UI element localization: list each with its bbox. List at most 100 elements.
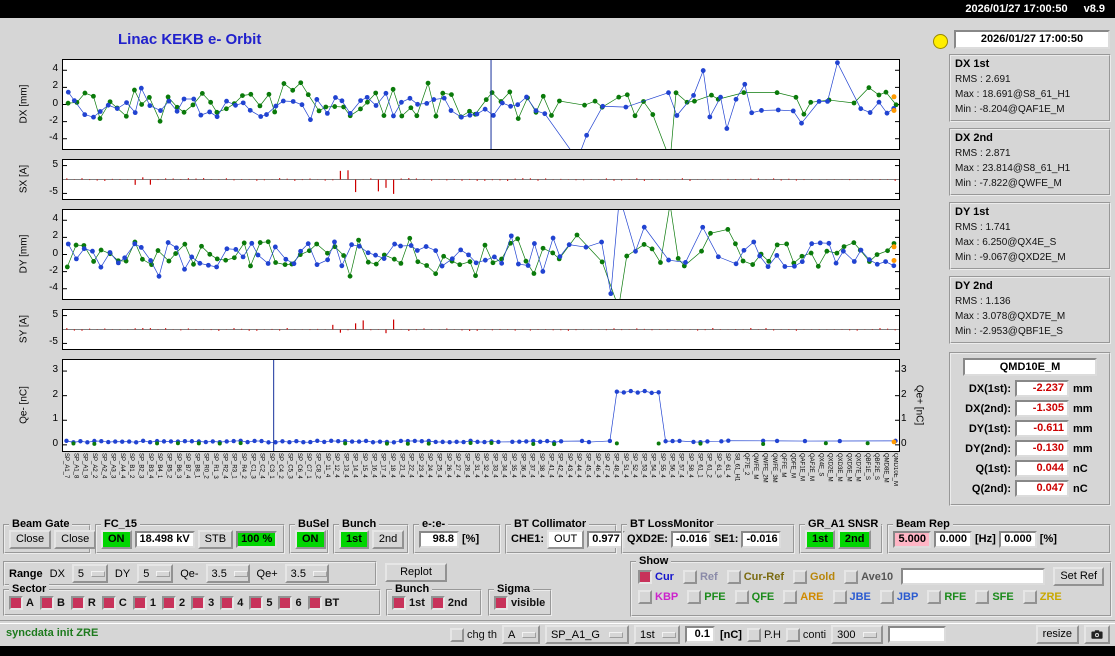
sector-checkbox-1[interactable]: 1 <box>132 595 156 610</box>
show-checkbox-kbp[interactable]: KBP <box>638 590 678 604</box>
rate-dropdown[interactable]: 300 <box>831 625 884 644</box>
bunch-select-checkbox-1st[interactable]: 1st <box>392 595 425 610</box>
checkbox-label: Cur <box>655 570 674 583</box>
checkbox-label: 2nd <box>447 596 468 609</box>
show-checkbox-gold[interactable]: Gold <box>793 569 835 584</box>
checkbox-icon <box>879 590 894 604</box>
fc15-group-label: FC_15 <box>101 518 141 530</box>
ee-ratio-display: 98.8 <box>419 530 459 548</box>
sector-checkbox-c[interactable]: C <box>101 595 127 610</box>
conti-checkbox[interactable]: conti <box>785 627 826 642</box>
sector-checkbox-2[interactable]: 2 <box>161 595 185 610</box>
range-dx-dropdown[interactable]: 5 <box>71 564 108 583</box>
show-checkbox-are[interactable]: ARE <box>783 590 824 604</box>
sector-dropdown[interactable]: A <box>501 625 540 644</box>
replot-button[interactable]: Replot <box>385 563 447 582</box>
show-checkbox-rfe[interactable]: RFE <box>927 590 966 604</box>
beam-rep-percent-unit: [%] <box>1039 533 1057 545</box>
show-checkbox-ref[interactable]: Ref <box>682 569 718 584</box>
monitor-dropdown[interactable]: SP_A1_G <box>544 625 629 644</box>
sector-checkbox-bt[interactable]: BT <box>307 595 339 610</box>
dropdown-dash-icon <box>91 570 106 577</box>
stat-group-dx-1st: DX 1st RMS : 2.691 Max : 18.691@S8_61_H1 Mi… <box>949 54 1111 122</box>
monitor-row-unit: nC <box>1073 462 1088 475</box>
y-tick-label: -5 <box>49 336 58 348</box>
show-checkbox-jbe[interactable]: JBE <box>832 590 871 604</box>
page-title: Linac KEKB e- Orbit <box>118 31 262 48</box>
resize-button[interactable]: resize <box>1035 625 1079 644</box>
bunch-2nd-button[interactable]: 2nd <box>371 529 405 549</box>
bunch-dropdown[interactable]: 1st <box>633 625 680 644</box>
y-axis-title: Qe- [nC] <box>18 385 30 424</box>
x-axis-label: QMD8E_M <box>882 453 889 483</box>
x-axis-label: SP_27_4 <box>454 453 461 478</box>
range-qep-dropdown[interactable]: 3.5 <box>284 564 329 583</box>
x-axis-label: QBF1E_S <box>863 453 870 481</box>
x-axis-label: SP_52_4 <box>631 453 638 478</box>
x-axis-label: QWFE_3M <box>770 453 777 483</box>
x-axis-label: SP_B2_3 <box>137 453 144 479</box>
sector-checkbox-3[interactable]: 3 <box>191 595 214 610</box>
bunch-1st-button[interactable]: 1st <box>339 529 369 549</box>
chg-th-checkbox[interactable]: chg th <box>450 627 497 642</box>
checkbox-label: R <box>87 596 96 609</box>
y-tick-label-right: 2 <box>901 388 907 400</box>
bunch-group: Bunch 1st 2nd <box>333 518 409 554</box>
checkbox-label: JBE <box>849 591 871 603</box>
checkbox-icon <box>687 590 702 604</box>
che1-out-button[interactable]: OUT <box>547 529 585 549</box>
x-axis-label: SP_38_4 <box>537 453 544 478</box>
y-tick-label: 3 <box>52 364 58 376</box>
x-axis-label: SP_B7_4 <box>184 453 191 479</box>
show-checkbox-ave10[interactable]: Ave10 <box>844 569 893 584</box>
beam-gate-close-button-1[interactable]: Close <box>9 529 52 549</box>
sector-checkbox-r[interactable]: R <box>70 595 96 610</box>
gr-a1-2nd-button[interactable]: 2nd <box>837 529 872 549</box>
sector-checkbox-6[interactable]: 6 <box>278 595 302 610</box>
sector-checkbox-a[interactable]: A <box>9 595 34 610</box>
checkbox-icon <box>430 595 445 610</box>
sector-checkbox-b[interactable]: B <box>39 595 65 610</box>
aux-input[interactable] <box>888 626 947 643</box>
range-qem-value: 3.5 <box>211 567 227 580</box>
monitor-box: QMD10E_M DX(1st): -2.237 mm DX(2nd): -1.305 m… <box>949 352 1111 506</box>
sector-checkbox-4[interactable]: 4 <box>220 595 243 610</box>
show-checkbox-cur-ref[interactable]: Cur-Ref <box>726 569 784 584</box>
y-tick-label: 0 <box>52 437 58 449</box>
se1-label: SE1: <box>713 533 739 545</box>
monitor-title[interactable]: QMD10E_M <box>963 358 1097 376</box>
show-checkbox-cur[interactable]: Cur <box>638 569 674 584</box>
gr-a1-1st-button[interactable]: 1st <box>805 529 835 549</box>
plot-q <box>62 359 900 452</box>
beam-gate-close-button-2[interactable]: Close <box>54 529 97 549</box>
screenshot-button[interactable] <box>1084 625 1110 644</box>
show-checkbox-pfe[interactable]: PFE <box>687 590 726 604</box>
x-axis-label: SP_61_2 <box>705 453 712 478</box>
fc15-on-button[interactable]: ON <box>101 529 132 549</box>
show-checkbox-zre[interactable]: ZRE <box>1022 590 1062 604</box>
set-ref-button[interactable]: Set Ref <box>1053 567 1104 586</box>
ph-checkbox[interactable]: P.H <box>746 627 781 642</box>
show-checkbox-jbp[interactable]: JBP <box>879 590 918 604</box>
sigma-checkbox-visible[interactable]: visible <box>494 595 545 610</box>
monitor-row-label: Q(2nd): <box>971 482 1011 495</box>
range-dy-dropdown[interactable]: 5 <box>137 564 174 583</box>
monitor-row-label: DY(1st): <box>968 422 1011 435</box>
sector-checkbox-5[interactable]: 5 <box>249 595 273 610</box>
plot-sx <box>62 159 900 200</box>
checkbox-icon <box>278 595 293 610</box>
checkbox-label: 5 <box>266 596 273 609</box>
x-axis-label: SP_R2_4 <box>221 453 228 479</box>
y-tick-label: 0 <box>52 247 58 259</box>
monitor-row-label: DX(1st): <box>968 382 1011 395</box>
fc15-stb-button[interactable]: STB <box>197 529 234 549</box>
range-qep-value: 3.5 <box>290 567 306 580</box>
busel-on-button[interactable]: ON <box>295 529 326 549</box>
range-qem-dropdown[interactable]: 3.5 <box>205 564 250 583</box>
show-checkbox-qfe[interactable]: QFE <box>734 590 774 604</box>
bunch-select-checkbox-2nd[interactable]: 2nd <box>430 595 468 610</box>
ref-name-input[interactable] <box>901 568 1046 585</box>
show-checkbox-sfe[interactable]: SFE <box>975 590 1014 604</box>
x-axis-label: SP_22_4 <box>407 453 414 478</box>
x-axis-label: SP_A1_9 <box>81 453 88 479</box>
